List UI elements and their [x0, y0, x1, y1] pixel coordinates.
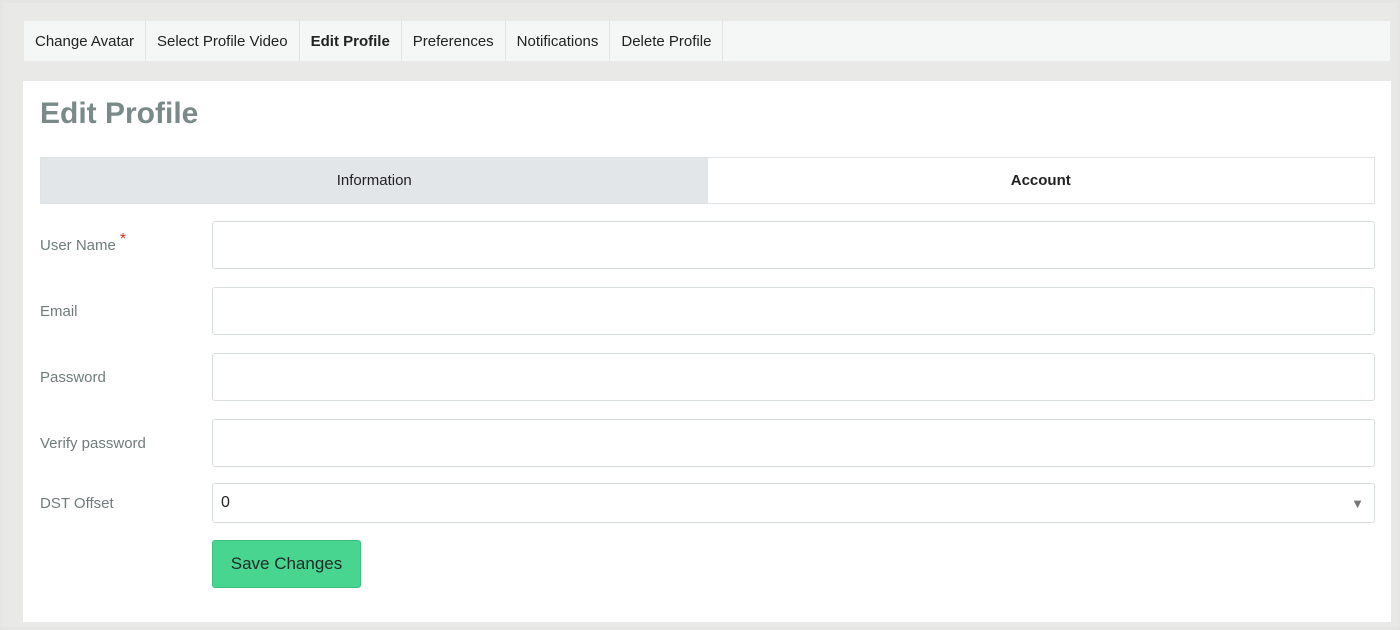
page-background: Change Avatar Select Profile Video Edit … — [3, 3, 1397, 627]
dst-offset-value: 0 — [221, 494, 230, 511]
email-label: Email — [40, 302, 78, 320]
edit-profile-panel: Edit Profile Information Account User Na… — [23, 81, 1391, 622]
username-input[interactable] — [212, 221, 1375, 269]
password-input[interactable] — [212, 353, 1375, 401]
triangle-down-icon: ▼ — [1351, 495, 1364, 511]
tab-edit-profile[interactable]: Edit Profile — [300, 21, 402, 61]
page-title: Edit Profile — [40, 97, 199, 130]
dst-offset-label: DST Offset — [40, 494, 114, 512]
password-row: Password — [40, 353, 1375, 401]
subtab-information[interactable]: Information — [41, 158, 708, 203]
required-marker: * — [119, 231, 127, 248]
tab-delete-profile[interactable]: Delete Profile — [610, 21, 724, 61]
verify-password-label: Verify password — [40, 434, 146, 452]
verify-password-row: Verify password — [40, 419, 1375, 467]
username-label: User Name * — [40, 221, 126, 269]
subtab-account[interactable]: Account — [707, 158, 1374, 203]
email-input[interactable] — [212, 287, 1375, 335]
username-row: User Name * — [40, 221, 1375, 269]
tab-select-profile-video[interactable]: Select Profile Video — [146, 21, 300, 61]
tab-change-avatar[interactable]: Change Avatar — [24, 21, 146, 61]
profile-nav: Change Avatar Select Profile Video Edit … — [23, 20, 1391, 62]
save-changes-button[interactable]: Save Changes — [212, 540, 361, 588]
password-label: Password — [40, 368, 106, 386]
dst-offset-select[interactable]: 0 ▼ — [212, 483, 1375, 523]
verify-password-input[interactable] — [212, 419, 1375, 467]
dst-offset-row: DST Offset 0 ▼ — [40, 483, 1375, 523]
tab-notifications[interactable]: Notifications — [506, 21, 611, 61]
username-label-text: User Name — [40, 236, 116, 254]
tab-preferences[interactable]: Preferences — [402, 21, 506, 61]
email-row: Email — [40, 287, 1375, 335]
profile-subtabs: Information Account — [40, 157, 1375, 204]
